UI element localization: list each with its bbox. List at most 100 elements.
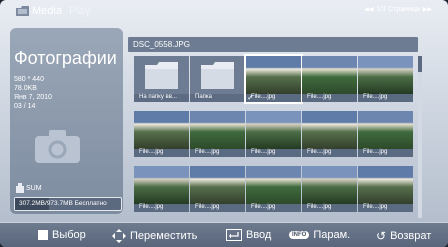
page-prev-icon[interactable]: ◀◀ bbox=[364, 6, 373, 13]
page-indicator: ◀◀ 1/1 Страница ▶▶ bbox=[364, 6, 432, 13]
photo-thumbnail bbox=[246, 111, 301, 149]
tile-caption: File....jpg bbox=[134, 149, 189, 157]
tile-caption: File....jpg bbox=[358, 94, 413, 102]
params-label: Парам. bbox=[313, 229, 351, 241]
page-text: 1/1 Страница bbox=[376, 6, 420, 13]
section-title: Фотографии bbox=[14, 48, 117, 68]
tile-caption: File....jpg bbox=[134, 204, 189, 212]
media-play-screen: Media Play ◀◀ 1/1 Страница ▶▶ Фотографии… bbox=[0, 0, 448, 247]
tile-label: File....jpg bbox=[251, 94, 276, 100]
tile-caption: File....jpg bbox=[246, 149, 301, 157]
photo-tile[interactable]: File....jpg bbox=[134, 111, 189, 157]
storage-name: SUM bbox=[26, 185, 42, 192]
tile-caption: Папка bbox=[190, 94, 245, 102]
tile-label: File....jpg bbox=[251, 204, 276, 210]
tile-caption: File....jpg bbox=[358, 204, 413, 212]
photo-thumbnail bbox=[134, 111, 189, 149]
photo-tile[interactable]: File....jpg bbox=[190, 111, 245, 157]
page-next-icon[interactable]: ▶▶ bbox=[423, 6, 432, 13]
file-date: Янв 7, 2010 bbox=[14, 94, 52, 101]
photo-tile[interactable]: File....jpg bbox=[358, 166, 413, 212]
photo-thumbnail bbox=[358, 111, 413, 149]
app-sub-name: Play bbox=[69, 5, 91, 17]
select-hint[interactable]: Выбор bbox=[38, 229, 86, 241]
tile-label: File....jpg bbox=[195, 149, 220, 155]
info-key-badge: INFO bbox=[289, 231, 310, 239]
check-icon: ✓ bbox=[247, 93, 254, 102]
photo-thumbnail bbox=[134, 166, 189, 204]
tile-caption: File....jpg bbox=[302, 94, 357, 102]
folder-tile[interactable]: Папка bbox=[190, 56, 245, 102]
footer-bar: Выбор Переместить Ввод INFO Парам. ↺ Воз… bbox=[0, 222, 448, 247]
back-hint[interactable]: ↺ Возврат bbox=[376, 229, 431, 243]
folder-icon bbox=[201, 62, 234, 89]
tile-label: File....jpg bbox=[363, 149, 388, 155]
tile-caption: File....jpg bbox=[246, 204, 301, 212]
tile-caption: File....jpg bbox=[246, 94, 301, 102]
tile-label: File....jpg bbox=[195, 204, 220, 210]
tile-label: File....jpg bbox=[363, 204, 388, 210]
folder-tile[interactable]: На папку вв... bbox=[134, 56, 189, 102]
tile-caption: File....jpg bbox=[358, 149, 413, 157]
storage-bar: 307.2MB/973.7MB Бесплатно bbox=[14, 197, 122, 211]
photo-tile[interactable]: File....jpg bbox=[358, 56, 413, 102]
photo-tile[interactable]: File....jpg bbox=[302, 166, 357, 212]
photo-tile[interactable]: File....jpg bbox=[302, 111, 357, 157]
move-hint[interactable]: Переместить bbox=[112, 229, 197, 243]
tile-caption: File....jpg bbox=[190, 149, 245, 157]
app-name: Media bbox=[32, 5, 62, 17]
file-resolution: 580 * 440 bbox=[14, 76, 44, 83]
photo-thumbnail bbox=[302, 166, 357, 204]
scrollbar-track[interactable] bbox=[418, 56, 422, 218]
photo-tile[interactable]: File....jpg bbox=[134, 166, 189, 212]
select-label: Выбор bbox=[52, 229, 86, 241]
file-size: 78.0KB bbox=[14, 85, 37, 92]
tile-label: File....jpg bbox=[139, 204, 164, 210]
photo-thumbnail bbox=[358, 166, 413, 204]
back-label: Возврат bbox=[390, 230, 432, 242]
camera-icon bbox=[35, 130, 80, 163]
scrollbar-thumb[interactable] bbox=[418, 56, 422, 72]
photo-tile[interactable]: File....jpg ✓ bbox=[244, 54, 303, 104]
tile-label: File....jpg bbox=[363, 94, 388, 100]
tile-label: Папка bbox=[195, 94, 212, 100]
photo-thumbnail bbox=[358, 56, 413, 94]
photo-tile[interactable]: File....jpg bbox=[246, 111, 301, 157]
four-way-arrow-icon bbox=[112, 229, 126, 243]
photo-thumbnail bbox=[302, 111, 357, 149]
storage-text: 307.2MB/973.7MB Бесплатно bbox=[19, 200, 107, 207]
tile-label: На папку вв... bbox=[139, 94, 177, 100]
move-label: Переместить bbox=[130, 230, 198, 242]
tile-caption: File....jpg bbox=[190, 204, 245, 212]
tile-label: File....jpg bbox=[307, 94, 332, 100]
photo-tile[interactable]: File....jpg bbox=[190, 166, 245, 212]
tile-caption: File....jpg bbox=[302, 204, 357, 212]
select-key-icon bbox=[38, 230, 48, 240]
enter-icon bbox=[226, 229, 242, 241]
tile-label: File....jpg bbox=[307, 204, 332, 210]
file-details: 580 * 440 78.0KB Янв 7, 2010 03 / 14 bbox=[14, 75, 52, 111]
current-filename: DSC_0558.JPG bbox=[133, 40, 190, 49]
photo-tile[interactable]: File....jpg bbox=[302, 56, 357, 102]
enter-hint[interactable]: Ввод bbox=[226, 229, 271, 241]
photo-tile[interactable]: File....jpg bbox=[358, 111, 413, 157]
return-icon: ↺ bbox=[376, 229, 387, 243]
usb-storage-icon bbox=[16, 183, 24, 193]
params-hint[interactable]: INFO Парам. bbox=[289, 229, 350, 241]
enter-label: Ввод bbox=[246, 229, 272, 241]
tile-label: File....jpg bbox=[307, 149, 332, 155]
photo-thumbnail bbox=[302, 56, 357, 94]
photo-thumbnail bbox=[246, 56, 301, 94]
media-play-logo-icon bbox=[16, 6, 29, 16]
file-index: 03 / 14 bbox=[14, 103, 36, 110]
photo-thumbnail bbox=[246, 166, 301, 204]
filename-bar: DSC_0558.JPG bbox=[128, 37, 418, 52]
tile-label: File....jpg bbox=[251, 149, 276, 155]
photo-thumbnail bbox=[190, 111, 245, 149]
folder-icon bbox=[145, 62, 178, 89]
photo-tile[interactable]: File....jpg bbox=[246, 166, 301, 212]
photo-thumbnail bbox=[190, 166, 245, 204]
tile-caption: File....jpg bbox=[302, 149, 357, 157]
tile-label: File....jpg bbox=[139, 149, 164, 155]
tile-caption: На папку вв... bbox=[134, 94, 189, 102]
